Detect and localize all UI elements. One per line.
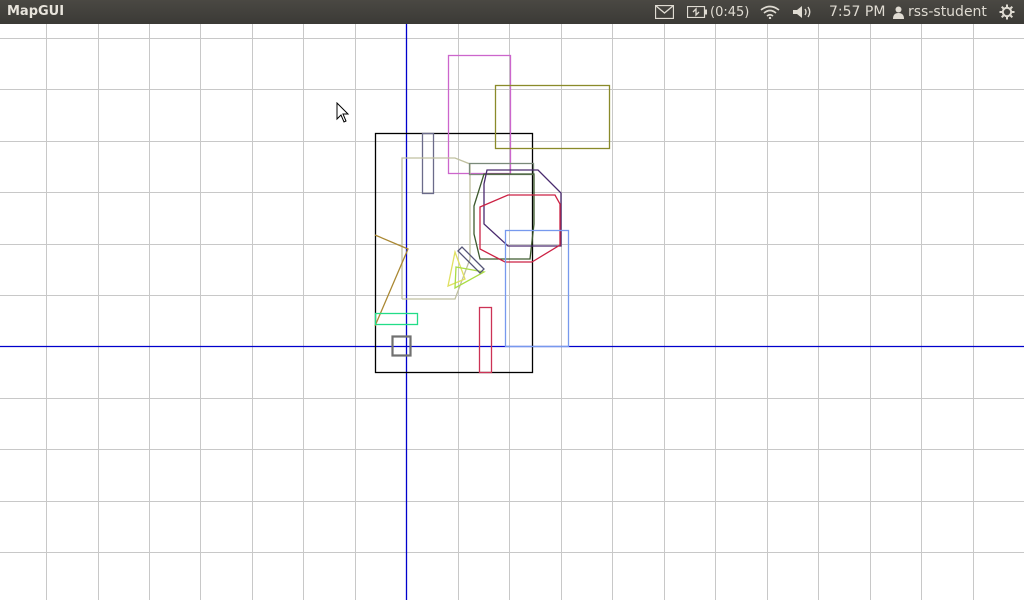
polygon-green-bar [374,312,419,326]
power-gear-icon[interactable] [999,0,1015,24]
polygon-lime-wedge [454,266,486,290]
grid [0,24,1024,600]
polygon-red-bar [478,306,493,374]
mouse-cursor-icon [336,101,350,128]
polygon-olive-rect [494,84,611,150]
polygon-slate-bar [421,132,435,195]
battery-time: (0:45) [710,4,750,20]
polygon-pale-outline [401,157,471,300]
user-menu[interactable]: rss-student [893,0,987,24]
polygon-crimson [479,194,561,263]
battery-indicator[interactable]: (0:45) [687,0,749,24]
clock[interactable]: 7:57 PM [829,0,885,24]
polygon-purple-octagon [483,169,562,247]
polygon-gold-triangle [374,234,409,327]
app-title: MapGUI [7,4,65,19]
user-icon [893,6,904,19]
battery-icon [687,6,707,18]
wifi-icon[interactable] [760,0,780,24]
polygon-magenta-rect [447,54,512,175]
volume-icon[interactable] [792,0,814,24]
mail-icon[interactable] [655,0,674,24]
top-panel: MapGUI (0:45) 7:57 PM rss-student [0,0,1024,24]
user-name: rss-student [908,4,987,20]
map-canvas[interactable] [0,24,1024,600]
polygon-blue-rect [504,229,570,348]
